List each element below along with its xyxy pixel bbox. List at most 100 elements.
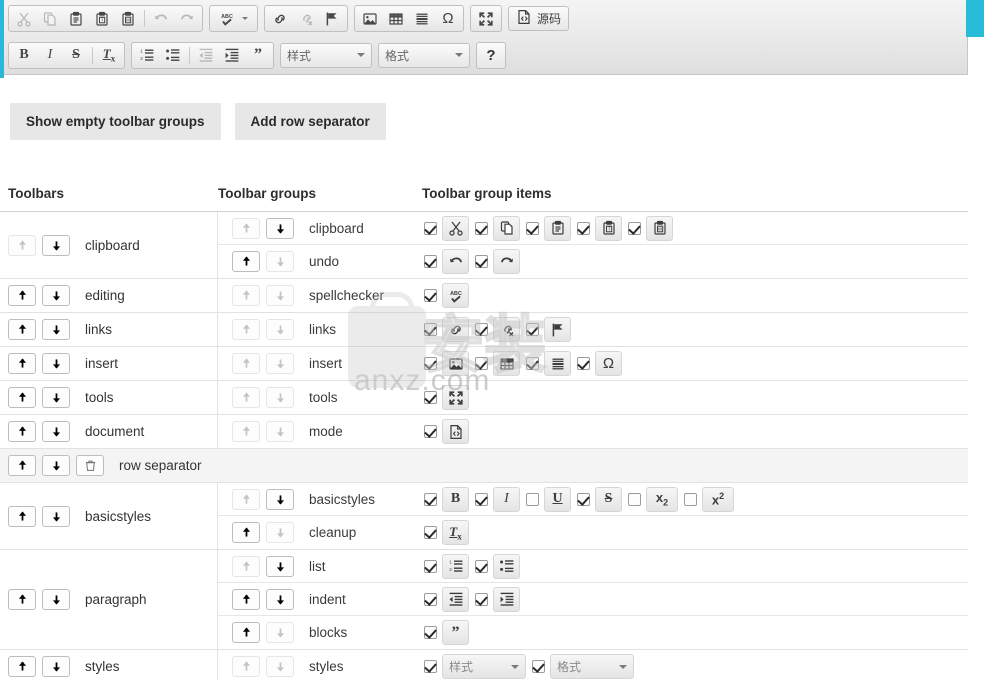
move-up-button-toolbar[interactable] <box>8 387 36 408</box>
move-down-button-toolbar[interactable] <box>42 234 70 256</box>
cke-special-char-icon[interactable]: Ω <box>435 7 461 30</box>
item-italic-icon[interactable]: I <box>493 486 520 512</box>
item-table-icon[interactable] <box>493 351 520 376</box>
item-checkbox-styles-combo[interactable] <box>424 660 437 673</box>
move-up-button-toolbar[interactable] <box>8 505 36 527</box>
item-checkbox-special-char-icon[interactable] <box>577 357 590 370</box>
cke-image-icon[interactable] <box>357 7 383 30</box>
item-image-icon[interactable] <box>442 351 469 376</box>
item-checkbox-undo-icon[interactable] <box>424 255 437 268</box>
cke-format-combo[interactable]: 格式 <box>378 42 470 68</box>
item-checkbox-remove-format-icon[interactable] <box>424 526 437 539</box>
item-paste-word-icon[interactable]: W <box>646 215 673 241</box>
item-styles-combo[interactable]: 样式 <box>442 654 526 679</box>
item-format-combo[interactable]: 格式 <box>550 654 634 679</box>
move-down-button-toolbar[interactable] <box>42 285 70 306</box>
show-empty-toolbar-groups-button[interactable]: Show empty toolbar groups <box>10 103 221 140</box>
item-checkbox-underline-icon[interactable] <box>526 492 539 506</box>
item-checkbox-spellchecker-icon[interactable] <box>424 289 437 302</box>
item-checkbox-maximize-icon[interactable] <box>424 391 437 404</box>
move-down-button-toolbar[interactable] <box>42 589 70 610</box>
item-checkbox-anchor-icon[interactable] <box>526 323 539 336</box>
item-checkbox-bold-icon[interactable] <box>424 492 437 506</box>
item-link-icon[interactable] <box>442 317 469 342</box>
move-down-button-group[interactable] <box>266 555 294 577</box>
move-up-button-toolbar[interactable] <box>8 656 36 677</box>
cke-italic-icon[interactable]: I <box>37 44 63 67</box>
item-checkbox-redo-icon[interactable] <box>475 255 488 268</box>
move-up-button-group[interactable] <box>232 251 260 272</box>
item-paste-icon[interactable] <box>544 215 571 241</box>
item-checkbox-subscript-icon[interactable] <box>628 492 641 506</box>
move-down-button-toolbar[interactable] <box>42 387 70 408</box>
item-checkbox-strike-icon[interactable] <box>577 492 590 506</box>
item-checkbox-link-icon[interactable] <box>424 323 437 336</box>
item-checkbox-paste-text-icon[interactable] <box>577 221 590 235</box>
cke-horizontal-rule-icon[interactable] <box>409 7 435 30</box>
cke-table-icon[interactable] <box>383 7 409 30</box>
cke-paste-word-icon[interactable]: W <box>115 7 141 30</box>
item-unlink-icon[interactable] <box>493 317 520 342</box>
cke-numbered-list-icon[interactable]: 12 <box>134 44 160 67</box>
cke-paste-text-icon[interactable]: T <box>89 7 115 30</box>
item-indent-icon[interactable] <box>493 586 520 612</box>
move-up-button-group[interactable] <box>232 588 260 610</box>
item-undo-icon[interactable] <box>442 249 469 274</box>
item-strike-icon[interactable]: S <box>595 486 622 512</box>
item-underline-icon[interactable]: U <box>544 486 571 512</box>
item-checkbox-indent-icon[interactable] <box>475 592 488 606</box>
item-special-char-icon[interactable]: Ω <box>595 351 622 376</box>
move-up-button-toolbar[interactable] <box>8 319 36 340</box>
item-checkbox-numbered-list-icon[interactable] <box>424 559 437 573</box>
cke-bulleted-list-icon[interactable] <box>160 44 186 67</box>
item-checkbox-horizontal-rule-icon[interactable] <box>526 357 539 370</box>
cke-strike-icon[interactable]: S <box>63 44 89 67</box>
move-up-button-toolbar[interactable] <box>8 353 36 374</box>
item-checkbox-cut-icon[interactable] <box>424 221 437 235</box>
cke-paste-icon[interactable] <box>63 7 89 30</box>
move-down-button-separator[interactable] <box>42 455 70 476</box>
cke-bold-icon[interactable]: B <box>11 44 37 67</box>
move-up-button-toolbar[interactable] <box>8 589 36 610</box>
item-numbered-list-icon[interactable]: 12 <box>442 553 469 579</box>
add-row-separator-button[interactable]: Add row separator <box>234 103 386 140</box>
cke-source-button[interactable]: 源码 <box>508 6 570 31</box>
item-bulleted-list-icon[interactable] <box>493 553 520 579</box>
item-checkbox-source-icon[interactable] <box>424 425 437 438</box>
cke-link-icon[interactable] <box>267 7 293 30</box>
item-checkbox-image-icon[interactable] <box>424 357 437 370</box>
item-checkbox-paste-word-icon[interactable] <box>628 221 641 235</box>
item-maximize-icon[interactable] <box>442 385 469 410</box>
cke-maximize-icon[interactable] <box>473 7 499 30</box>
item-subscript-icon[interactable]: x2 <box>646 486 678 512</box>
item-remove-format-icon[interactable]: Tx <box>442 520 469 545</box>
move-down-button-group[interactable] <box>266 488 294 510</box>
item-checkbox-italic-icon[interactable] <box>475 492 488 506</box>
item-checkbox-table-icon[interactable] <box>475 357 488 370</box>
item-horizontal-rule-icon[interactable] <box>544 351 571 376</box>
item-copy-icon[interactable] <box>493 215 520 241</box>
item-checkbox-superscript-icon[interactable] <box>684 492 697 506</box>
move-down-button-group[interactable] <box>266 217 294 239</box>
move-down-button-toolbar[interactable] <box>42 353 70 374</box>
item-bold-icon[interactable]: B <box>442 486 469 512</box>
move-down-button-toolbar[interactable] <box>42 421 70 442</box>
item-superscript-icon[interactable]: x2 <box>702 486 734 512</box>
item-checkbox-outdent-icon[interactable] <box>424 592 437 606</box>
delete-row-separator-button[interactable] <box>76 455 104 476</box>
item-source-icon[interactable] <box>442 419 469 444</box>
move-down-button-toolbar[interactable] <box>42 319 70 340</box>
item-checkbox-bulleted-list-icon[interactable] <box>475 559 488 573</box>
cke-help-button[interactable]: ? <box>476 41 506 69</box>
move-down-button-toolbar[interactable] <box>42 505 70 527</box>
item-checkbox-paste-icon[interactable] <box>526 221 539 235</box>
item-outdent-icon[interactable] <box>442 586 469 612</box>
item-spellchecker-icon[interactable]: ABC <box>442 283 469 308</box>
item-anchor-icon[interactable] <box>544 317 571 342</box>
item-checkbox-format-combo[interactable] <box>532 660 545 673</box>
item-redo-icon[interactable] <box>493 249 520 274</box>
item-blockquote-icon[interactable]: ” <box>442 620 469 645</box>
item-paste-text-icon[interactable]: T <box>595 215 622 241</box>
item-checkbox-unlink-icon[interactable] <box>475 323 488 336</box>
item-cut-icon[interactable] <box>442 215 469 241</box>
